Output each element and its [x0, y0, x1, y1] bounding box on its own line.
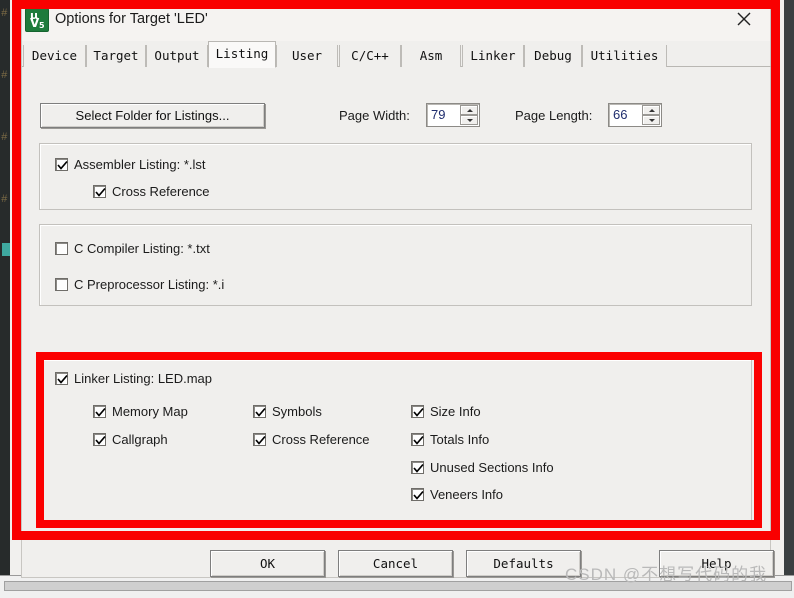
page-width-label: Page Width:: [339, 108, 410, 123]
assembler-cross-reference-label: Cross Reference: [112, 184, 210, 199]
page-length-value: 66: [613, 107, 628, 122]
tab-target[interactable]: Target: [86, 45, 146, 67]
tab-asm[interactable]: Asm: [401, 45, 461, 67]
page-width-decrement[interactable]: [460, 115, 478, 125]
checkbox-icon: [93, 185, 106, 198]
checkbox-icon: [253, 433, 266, 446]
page-width-increment[interactable]: [460, 105, 478, 115]
totals-info-label: Totals Info: [430, 432, 490, 447]
page-length-increment[interactable]: [642, 105, 660, 115]
page-length-label: Page Length:: [515, 108, 593, 123]
checkbox-icon: [55, 278, 68, 291]
dialog-titlebar: µV5 Options for Target 'LED': [22, 1, 770, 41]
options-dialog: µV5 Options for Target 'LED' Device Targ…: [21, 0, 774, 578]
tab-listing[interactable]: Listing: [208, 41, 276, 68]
ok-button[interactable]: OK: [210, 550, 325, 577]
tab-output[interactable]: Output: [146, 45, 208, 67]
checkbox-icon: [253, 405, 266, 418]
tab-device[interactable]: Device: [23, 45, 86, 67]
close-icon[interactable]: [724, 3, 766, 33]
select-folder-for-listings-button[interactable]: Select Folder for Listings...: [40, 103, 265, 128]
tab-strip: Device Target Output Listing User C/C++ …: [22, 41, 772, 68]
linker-listing-label: Linker Listing: LED.map: [74, 371, 213, 386]
tab-c-cpp[interactable]: C/C++: [339, 45, 401, 67]
size-info-label: Size Info: [430, 404, 481, 419]
checkbox-icon: [55, 372, 68, 385]
callgraph-label: Callgraph: [112, 432, 168, 447]
page-width-value: 79: [431, 107, 446, 122]
unused-sections-info-label: Unused Sections Info: [430, 460, 554, 475]
tab-user[interactable]: User: [276, 45, 338, 67]
tab-linker[interactable]: Linker: [462, 45, 524, 67]
page-length-stepper[interactable]: 66: [608, 103, 662, 127]
c-preprocessor-listing-label: C Preprocessor Listing: *.i: [74, 277, 225, 292]
page-width-stepper[interactable]: 79: [426, 103, 480, 127]
checkbox-icon: [411, 461, 424, 474]
checkbox-icon: [93, 433, 106, 446]
footer-separator: [22, 538, 770, 539]
defaults-button[interactable]: Defaults: [466, 550, 581, 577]
page-length-decrement[interactable]: [642, 115, 660, 125]
symbols-label: Symbols: [272, 404, 322, 419]
cancel-button[interactable]: Cancel: [338, 550, 453, 577]
checkbox-icon: [55, 242, 68, 255]
veneers-info-label: Veneers Info: [430, 487, 503, 502]
tab-utilities[interactable]: Utilities: [582, 45, 667, 67]
compiler-listing-group: C Compiler Listing: *.txt C Preprocessor…: [39, 224, 752, 306]
help-button[interactable]: Help: [659, 550, 774, 577]
window-bottom-chrome: [0, 575, 794, 598]
keil-uvision-icon: µV5: [25, 8, 49, 32]
tab-debug[interactable]: Debug: [524, 45, 582, 67]
checkbox-icon: [411, 488, 424, 501]
listing-panel: Select Folder for Listings... Page Width…: [22, 67, 770, 538]
assembler-listing-group: Assembler Listing: *.lst Cross Reference: [39, 143, 752, 210]
assembler-listing-label: Assembler Listing: *.lst: [74, 157, 206, 172]
linker-cross-reference-label: Cross Reference: [272, 432, 370, 447]
linker-listing-group: Linker Listing: LED.map Memory Map Callg…: [39, 359, 752, 521]
dialog-title: Options for Target 'LED': [55, 11, 208, 27]
c-compiler-listing-label: C Compiler Listing: *.txt: [74, 241, 210, 256]
checkbox-icon: [93, 405, 106, 418]
checkbox-icon: [55, 158, 68, 171]
memory-map-label: Memory Map: [112, 404, 188, 419]
checkbox-icon: [411, 405, 424, 418]
checkbox-icon: [411, 433, 424, 446]
